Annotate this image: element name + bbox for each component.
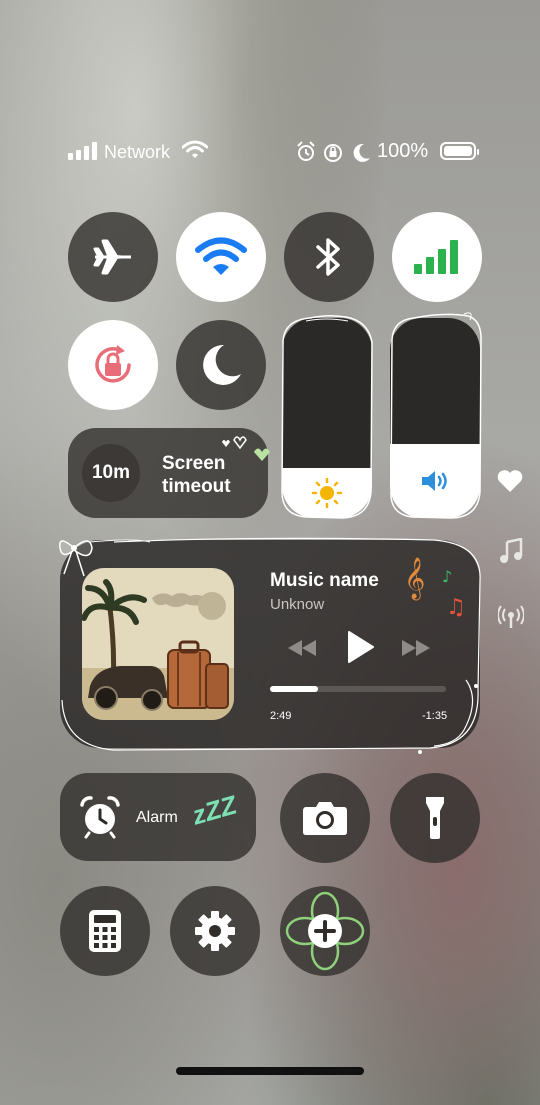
music-player-doodle [59, 537, 481, 754]
brightness-slider-doodle [281, 314, 373, 519]
alarm-button[interactable]: Alarm zZZ [60, 773, 256, 861]
signal-strength-icon [68, 142, 98, 160]
alarm-clock-icon [80, 796, 120, 839]
home-indicator[interactable] [176, 1067, 364, 1075]
rotation-lock-button[interactable] [68, 320, 158, 410]
status-icons [297, 141, 370, 162]
airplane-mode-button[interactable] [68, 212, 158, 302]
airplane-icon [93, 239, 131, 275]
add-icon [285, 891, 365, 971]
calculator-icon [89, 910, 121, 952]
timeout-badge: 10m [82, 444, 140, 502]
timeout-label-line2: timeout [162, 476, 231, 497]
gear-icon [195, 911, 235, 951]
wifi-icon [195, 237, 247, 275]
settings-button[interactable] [170, 886, 260, 976]
hearts-decoration [222, 436, 270, 461]
battery-percent: 100% [377, 140, 429, 162]
add-control-button[interactable] [280, 886, 370, 976]
volume-slider-doodle [390, 312, 482, 519]
camera-icon [303, 802, 347, 835]
rotation-lock-icon [95, 345, 131, 383]
network-name: Network [104, 142, 171, 162]
do-not-disturb-button[interactable] [176, 320, 266, 410]
status-bar: Network 100% [0, 138, 540, 166]
heart-icon [497, 470, 523, 492]
broadcast-icon [498, 605, 524, 628]
cellular-toggle-button[interactable] [392, 212, 482, 302]
bluetooth-icon [316, 238, 340, 276]
music-note-icon [500, 538, 523, 563]
flashlight-icon [426, 797, 444, 839]
cellular-icon [414, 240, 458, 274]
alarm-status-icon [297, 141, 315, 161]
wifi-toggle-button[interactable] [176, 212, 266, 302]
bow-decoration [59, 539, 151, 577]
alarm-label: Alarm [136, 809, 178, 826]
flashlight-button[interactable] [390, 773, 480, 863]
moon-status-icon [353, 143, 370, 162]
moon-icon [203, 344, 241, 385]
rotation-lock-status-icon [324, 144, 342, 162]
battery-icon [440, 142, 479, 160]
bluetooth-toggle-button[interactable] [284, 212, 374, 302]
timeout-value: 10m [91, 462, 131, 483]
wifi-status-icon [182, 140, 208, 158]
camera-button[interactable] [280, 773, 370, 863]
calculator-button[interactable] [60, 886, 150, 976]
zzz-decoration: zZZ [188, 789, 240, 831]
